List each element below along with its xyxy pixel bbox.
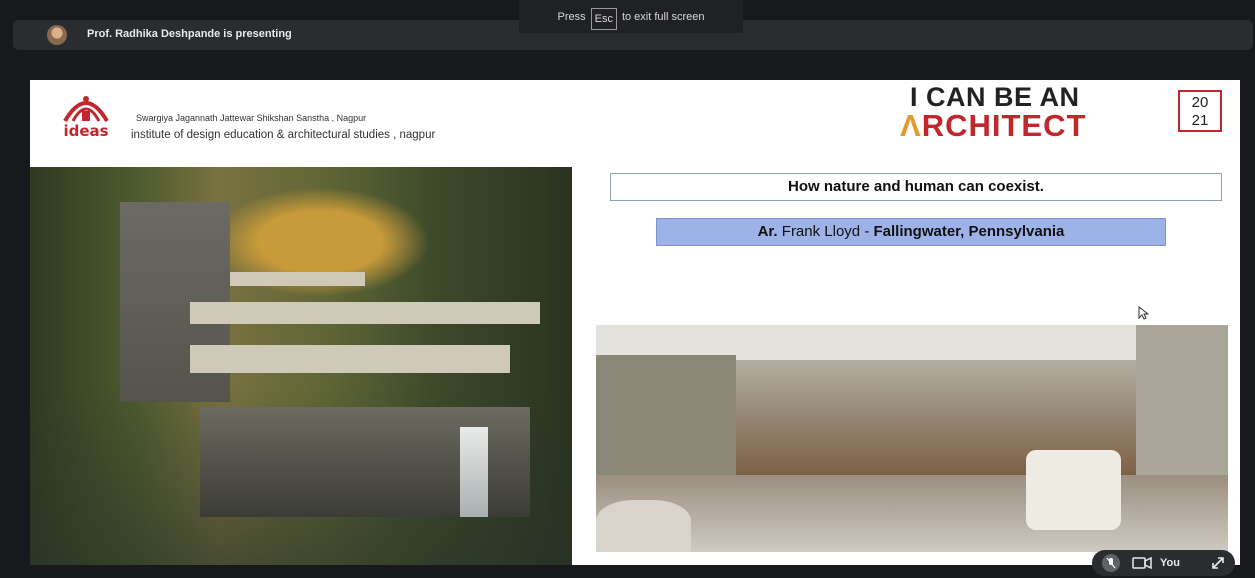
presenter-status-text: Prof. Radhika Deshpande is presenting	[87, 28, 292, 40]
year-top: 20	[1191, 94, 1209, 111]
fullscreen-exit-toast: Press Esc to exit full screen	[519, 0, 743, 33]
fur-throw	[596, 500, 691, 552]
ideas-logo-mark	[63, 96, 109, 123]
credit-prefix: Ar.	[757, 223, 778, 240]
self-view-tile[interactable]: You	[1092, 550, 1235, 576]
top-cantilever	[230, 272, 365, 286]
toast-exit-text: to exit full screen	[621, 10, 705, 23]
institute-name: institute of design education & architec…	[131, 129, 436, 141]
ideas-logo: ideas	[53, 89, 119, 140]
white-armchair	[1026, 450, 1121, 530]
presenter-avatar	[47, 25, 67, 45]
interior-left-wall	[596, 355, 736, 475]
fallingwater-exterior-photo	[30, 167, 572, 565]
logo-wordmark: ideas	[63, 122, 109, 140]
campaign-title-line2: ΛRCHITECT	[900, 108, 1086, 144]
toast-press-text: Press	[557, 10, 586, 23]
middle-cantilever	[190, 302, 540, 324]
expand-icon[interactable]	[1211, 556, 1225, 570]
shared-slide: ideas Swargiya Jagannath Jattewar Shiksh…	[30, 80, 1240, 565]
fallingwater-interior-photo	[596, 325, 1228, 552]
credit-architect: Frank Lloyd -	[777, 223, 874, 240]
esc-key-badge: Esc	[590, 7, 617, 30]
waterfall	[460, 427, 488, 517]
architect-credit: Ar. Frank Lloyd - Fallingwater, Pennsylv…	[656, 218, 1166, 246]
lower-cantilever	[190, 345, 510, 373]
mic-off-icon[interactable]	[1102, 554, 1120, 572]
architect-a-mark: Λ	[900, 108, 922, 143]
credit-work: Fallingwater, Pennsylvania	[873, 223, 1065, 240]
year-badge: 20 21	[1178, 90, 1222, 132]
mouse-cursor-icon	[1138, 306, 1150, 320]
architect-word: RCHITECT	[921, 108, 1087, 143]
year-bottom: 21	[1191, 112, 1209, 129]
camera-icon[interactable]	[1132, 557, 1152, 569]
slide-headline: How nature and human can coexist.	[610, 173, 1222, 201]
institute-trust-name: Swargiya Jagannath Jattewar Shikshan San…	[136, 113, 367, 123]
self-view-label: You	[1160, 557, 1180, 569]
